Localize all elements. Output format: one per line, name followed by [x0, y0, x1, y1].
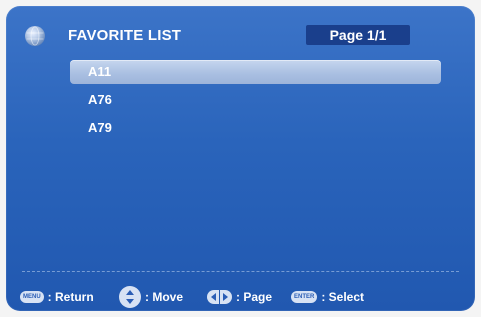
globe-icon: [25, 26, 45, 46]
left-right-arrows-icon: [207, 290, 232, 304]
move-hint: : Move: [119, 286, 183, 308]
move-label: : Move: [145, 290, 184, 304]
page-label: : Page: [236, 290, 273, 304]
page-indicator: Page 1/1: [306, 25, 410, 45]
enter-key-icon: ENTER: [291, 291, 318, 303]
footer-hints: MENU : Return : Move: Page ENTER: Sele…: [6, 286, 475, 308]
list-item[interactable]: A11: [70, 60, 441, 84]
select-hint: ENTER : Select: [291, 286, 364, 308]
list-item[interactable]: A79: [70, 116, 441, 140]
favorite-list-panel: FAVORITE LIST Page 1/1 A11 A76 A79 MENU …: [6, 6, 475, 311]
return-label: : Return: [47, 290, 94, 304]
list-item[interactable]: A76: [70, 88, 441, 112]
favorite-list: A11 A76 A79: [70, 60, 441, 144]
menu-key-icon: MENU: [20, 291, 44, 303]
page-hint: : Page: [207, 286, 272, 308]
page-title: FAVORITE LIST: [68, 27, 182, 44]
footer-divider: [22, 271, 459, 272]
up-down-arrows-icon: [119, 286, 141, 308]
header: FAVORITE LIST Page 1/1: [6, 24, 475, 50]
return-hint: MENU : Return: [20, 286, 94, 308]
select-label: : Select: [321, 290, 365, 304]
